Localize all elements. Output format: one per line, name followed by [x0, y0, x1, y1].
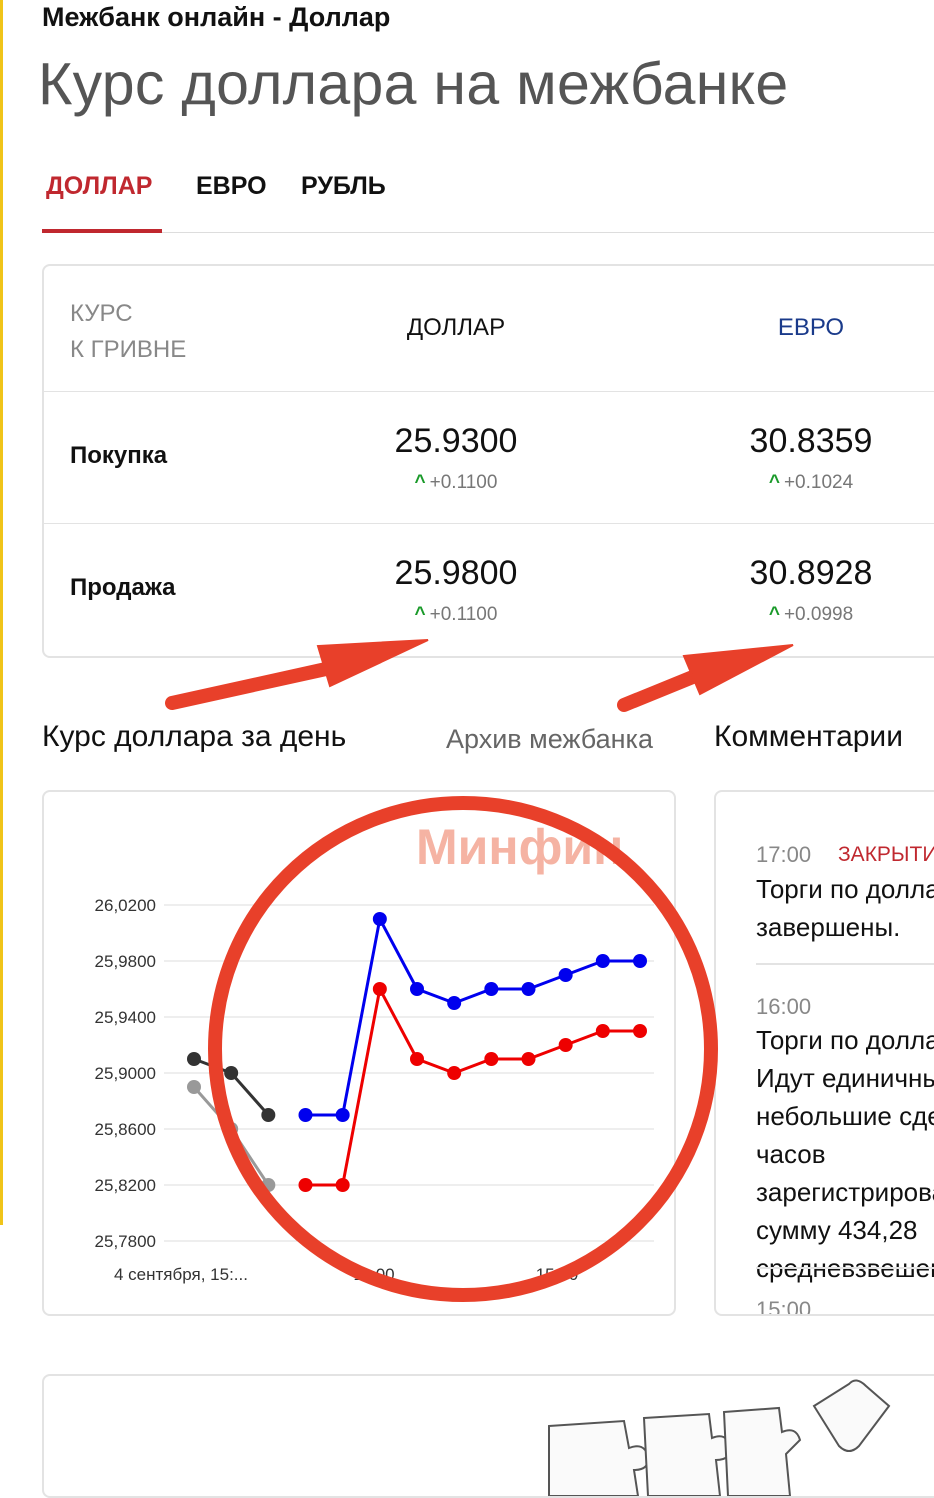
comment-time: 15:00	[756, 1297, 812, 1316]
puzzle-piece-icon	[722, 1406, 802, 1496]
data-point	[447, 996, 462, 1010]
annotation-arrow	[165, 660, 342, 710]
comment-tag-closing: ЗАКРЫТИЕ	[838, 843, 934, 866]
comments-panel: 17:00 ЗАКРЫТИЕ Торги по доллару завершен…	[714, 790, 934, 1316]
comment-time: 17:00	[756, 842, 812, 867]
arrow-up-icon: ^	[768, 604, 780, 625]
data-point	[298, 1178, 313, 1192]
arrow-up-icon: ^	[414, 472, 426, 493]
y-tick-label: 26,0200	[95, 896, 156, 915]
data-point	[261, 1178, 276, 1192]
eur-sell-value: 30.8928	[749, 554, 873, 592]
currency-tabs: ДОЛЛАР ЕВРО РУБЛЬ	[42, 160, 934, 233]
x-tick-label: 15:00	[536, 1265, 579, 1284]
data-point	[298, 1108, 313, 1122]
data-point	[187, 1052, 201, 1066]
comment-time: 16:00	[756, 994, 812, 1019]
arrow-up-icon: ^	[768, 472, 780, 493]
comment-divider	[756, 1267, 934, 1269]
tab-euro[interactable]: ЕВРО	[196, 172, 267, 201]
tab-dollar[interactable]: ДОЛЛАР	[46, 172, 152, 201]
data-point	[633, 954, 647, 968]
rates-table: КУРС К ГРИВНЕ ДОЛЛАР ЕВРО Покупка 25.930…	[42, 264, 934, 658]
data-point	[521, 1052, 536, 1066]
annotation-arrow	[617, 665, 712, 712]
data-point	[521, 982, 536, 996]
y-tick-label: 25,8200	[95, 1176, 156, 1195]
usd-buy-value: 25.9300	[394, 422, 518, 460]
data-point	[447, 1066, 462, 1080]
puzzle-piece-icon	[642, 1412, 732, 1496]
data-point	[484, 982, 499, 996]
puzzle-illustration	[548, 1379, 891, 1496]
y-tick-label: 25,9000	[95, 1064, 156, 1083]
puzzle-piece-icon	[548, 1419, 650, 1496]
eur-sell-change: ^ +0.0998	[768, 604, 854, 625]
data-point	[410, 982, 424, 996]
comment-text[interactable]: Торги по доллару Идут единичные небольши…	[756, 1021, 934, 1287]
data-point	[558, 968, 573, 982]
x-tick-label: 4 сентября, 15:...	[114, 1265, 248, 1284]
arrow-up-icon: ^	[414, 604, 426, 625]
rate-line-chart: 26,0200 25,9800 25,9400 25,9000 25,8600 25,82…	[95, 896, 654, 1284]
data-point	[558, 1038, 573, 1052]
x-tick-label: 11:00	[353, 1265, 394, 1284]
data-point	[595, 954, 610, 968]
tab-ruble[interactable]: РУБЛЬ	[301, 172, 386, 201]
usd-buy-change: ^ +0.1100	[414, 472, 498, 493]
data-point	[633, 1024, 647, 1038]
data-point	[224, 1066, 239, 1080]
eur-buy-change: ^ +0.1024	[768, 472, 854, 493]
column-dollar: ДОЛЛАР	[406, 314, 506, 341]
comments-section-title: Комментарии	[714, 720, 903, 753]
row-label-buy: Покупка	[70, 442, 168, 469]
usd-sell-value: 25.9800	[394, 554, 518, 592]
bottom-banner-card	[42, 1374, 934, 1498]
data-point	[335, 1108, 350, 1122]
rate-row-sell: Продажа 25.9800 ^ +0.1100 30.8928 ^ +0.099…	[44, 523, 934, 656]
active-tab-indicator	[42, 229, 162, 233]
y-tick-label: 25,9400	[95, 1008, 156, 1027]
data-point	[372, 912, 387, 926]
puzzle-piece-icon	[812, 1379, 891, 1452]
column-euro[interactable]: ЕВРО	[691, 314, 931, 342]
comment-divider	[756, 963, 934, 965]
left-accent-strip	[0, 0, 3, 1225]
comment-text[interactable]: Торги по доллару завершены.	[756, 870, 934, 946]
y-tick-label: 25,8600	[95, 1120, 156, 1139]
data-point	[335, 1178, 350, 1192]
rate-row-buy: Покупка 25.9300 ^ +0.1100 30.8359 ^ +0.102…	[44, 391, 934, 524]
rates-header-label: КУРС К ГРИВНЕ	[70, 300, 187, 363]
series-line	[305, 984, 640, 1187]
data-point	[595, 1024, 610, 1038]
row-label-sell: Продажа	[70, 574, 176, 601]
usd-sell-change: ^ +0.1100	[414, 604, 498, 625]
day-chart-card: Минфин 26,0200 25,9800 25,9400 25,9000 25,86…	[42, 790, 676, 1316]
data-point	[372, 982, 387, 996]
data-point	[410, 1052, 424, 1066]
data-point	[484, 1052, 499, 1066]
data-point	[187, 1080, 201, 1094]
breadcrumb[interactable]: Межбанк онлайн - Доллар	[42, 2, 390, 33]
y-tick-label: 25,7800	[95, 1232, 156, 1251]
chart-section-title: Курс доллара за день	[42, 720, 347, 753]
page-title: Курс доллара на межбанке	[38, 51, 789, 117]
eur-buy-value: 30.8359	[749, 422, 873, 460]
y-tick-label: 25,9800	[95, 952, 156, 971]
data-point	[261, 1108, 276, 1122]
archive-link[interactable]: Архив межбанка	[446, 724, 653, 755]
data-point	[224, 1122, 239, 1136]
